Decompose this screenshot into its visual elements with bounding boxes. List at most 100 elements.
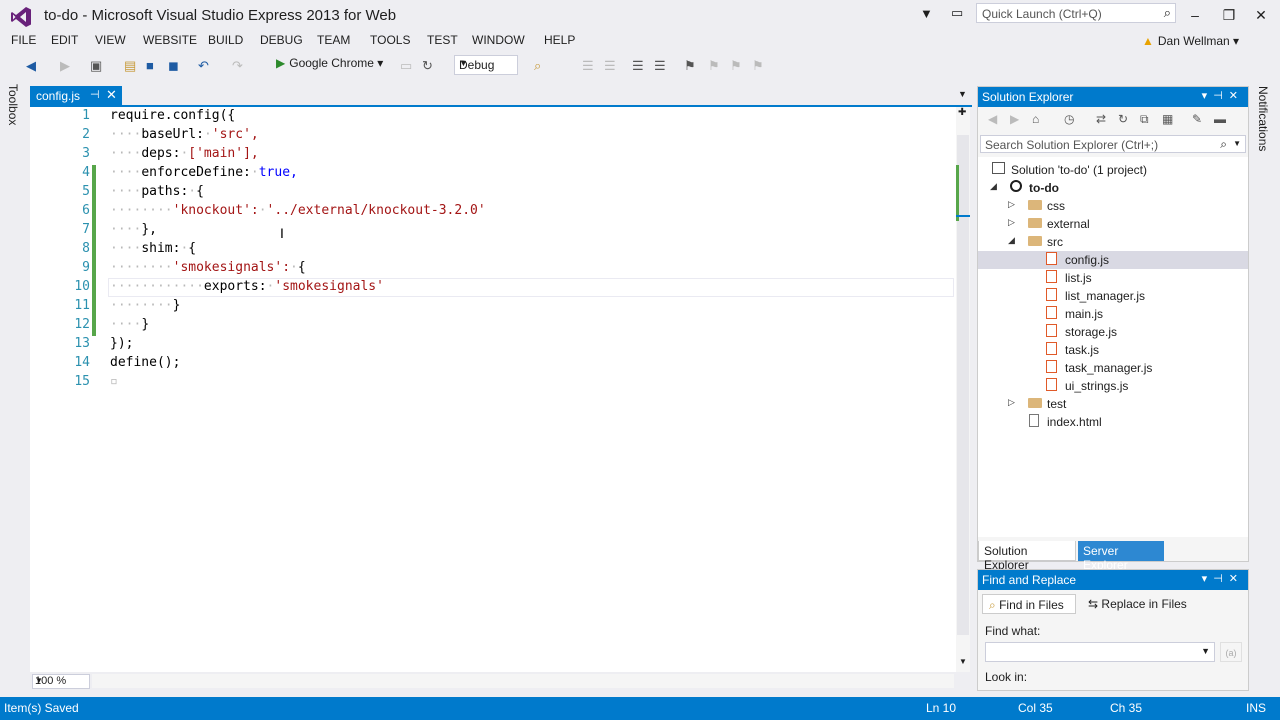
show-all-files-icon[interactable]: ▦: [1162, 112, 1173, 126]
open-file-icon[interactable]: ▤: [124, 58, 136, 74]
browser-link-icon[interactable]: ▭: [400, 58, 412, 74]
tree-item-file[interactable]: task.js: [978, 341, 1248, 359]
tab-overflow-icon[interactable]: ▼: [958, 89, 967, 99]
quick-launch-input[interactable]: Quick Launch (Ctrl+Q) ⌕: [976, 3, 1176, 23]
clear-bookmarks-icon[interactable]: ⚑: [752, 58, 764, 74]
line-number: 10: [74, 279, 90, 294]
tab-replace-in-files[interactable]: ⇆ Replace in Files: [1082, 594, 1202, 614]
web-project-icon: [1010, 180, 1024, 194]
new-project-icon[interactable]: ▣: [90, 58, 102, 74]
regex-toggle-icon[interactable]: (a): [1220, 642, 1242, 662]
start-debugging-button[interactable]: ▶ Google Chrome ▾: [276, 56, 383, 76]
javascript-file-icon: [1046, 378, 1060, 392]
menu-file[interactable]: FILE: [11, 33, 36, 47]
solution-explorer-search-input[interactable]: Search Solution Explorer (Ctrl+;) ⌕ ▼: [980, 135, 1246, 153]
find-in-files-icon[interactable]: ⌕: [534, 58, 541, 74]
menu-team[interactable]: TEAM: [317, 33, 350, 47]
menu-test[interactable]: TEST: [427, 33, 458, 47]
indent-icon[interactable]: ☰: [604, 58, 616, 74]
collapse-all-icon[interactable]: ⧉: [1140, 112, 1149, 127]
minimize-button[interactable]: –: [1180, 4, 1210, 26]
feedback-icon[interactable]: ▭: [951, 5, 963, 21]
bookmark-icon[interactable]: ⚑: [684, 58, 696, 74]
redo-icon[interactable]: ↷: [232, 58, 243, 74]
filter-notifications-icon[interactable]: ▼: [920, 6, 933, 21]
tab-config-js[interactable]: config.js ⊣ ✕: [30, 86, 122, 106]
forward-icon[interactable]: ▶: [1010, 112, 1019, 126]
panel-window-buttons[interactable]: ▾⊣✕: [1202, 89, 1244, 102]
zoom-level-select[interactable]: 100 % ▼: [32, 674, 90, 689]
code-editor[interactable]: 1 2 3 4 5 6 7 8 9 10 11 12 13 14 15 requ…: [30, 107, 956, 672]
comment-icon[interactable]: ☰: [632, 58, 644, 74]
tree-item-folder[interactable]: ▷ external: [978, 215, 1248, 233]
refresh-icon[interactable]: ↻: [1118, 112, 1128, 126]
navigate-back-icon[interactable]: ◀: [26, 58, 36, 74]
menu-edit[interactable]: EDIT: [51, 33, 78, 47]
menu-view[interactable]: VIEW: [95, 33, 126, 47]
collapsed-arrow-icon[interactable]: ▷: [1008, 217, 1015, 228]
prev-bookmark-icon[interactable]: ⚑: [708, 58, 720, 74]
solution-configuration-select[interactable]: Debug ▼: [454, 55, 518, 75]
split-editor-icon[interactable]: ✚: [958, 107, 966, 118]
tree-item-file[interactable]: list_manager.js: [978, 287, 1248, 305]
menu-help[interactable]: HELP: [544, 33, 575, 47]
tree-item-file[interactable]: task_manager.js: [978, 359, 1248, 377]
sync-icon[interactable]: ⇄: [1096, 112, 1106, 126]
undo-icon[interactable]: ↶: [198, 58, 209, 74]
tree-item-folder[interactable]: ◢ src: [978, 233, 1248, 251]
tree-item-file[interactable]: index.html: [978, 413, 1248, 431]
uncomment-icon[interactable]: ☰: [654, 58, 666, 74]
tree-item-file[interactable]: storage.js: [978, 323, 1248, 341]
panel-window-buttons[interactable]: ▾⊣✕: [1202, 572, 1244, 585]
menu-website[interactable]: WEBSITE: [143, 33, 197, 47]
tree-item-folder[interactable]: ▷ test: [978, 395, 1248, 413]
tab-find-in-files[interactable]: ⌕ Find in Files: [982, 594, 1076, 614]
menu-tools[interactable]: TOOLS: [370, 33, 410, 47]
editor-vertical-scrollbar[interactable]: ✚ ▼: [956, 107, 970, 672]
expanded-arrow-icon[interactable]: ◢: [990, 181, 997, 192]
tree-item-file[interactable]: main.js: [978, 305, 1248, 323]
tree-item-file[interactable]: ui_strings.js: [978, 377, 1248, 395]
code-token: 'knockout':: [172, 203, 259, 218]
menu-build[interactable]: BUILD: [208, 33, 243, 47]
tree-item-project[interactable]: ◢ to-do: [978, 179, 1248, 197]
user-account[interactable]: ▲ Dan Wellman ▾: [1142, 34, 1239, 48]
tree-item-solution[interactable]: Solution 'to-do' (1 project): [978, 161, 1248, 179]
close-tab-icon[interactable]: ✕: [106, 87, 117, 103]
find-what-label: Find what:: [985, 624, 1041, 638]
close-window-button[interactable]: ✕: [1246, 4, 1276, 26]
tree-item-file[interactable]: list.js: [978, 269, 1248, 287]
menu-window[interactable]: WINDOW: [472, 33, 525, 47]
pending-changes-filter-icon[interactable]: ◷: [1064, 112, 1074, 126]
code-text: define();: [110, 355, 181, 370]
notifications-side-tab[interactable]: Notifications: [1256, 86, 1270, 151]
expanded-arrow-icon[interactable]: ◢: [1008, 235, 1015, 246]
collapsed-arrow-icon[interactable]: ▷: [1008, 199, 1015, 210]
find-what-input[interactable]: ▼: [985, 642, 1215, 662]
restore-button[interactable]: ❐: [1214, 4, 1244, 26]
properties-icon[interactable]: ✎: [1192, 112, 1202, 126]
navigate-forward-icon[interactable]: ▶: [60, 58, 70, 74]
search-placeholder: Search Solution Explorer (Ctrl+;): [985, 138, 1159, 152]
back-icon[interactable]: ◀: [988, 112, 997, 126]
line-number: 11: [74, 298, 90, 313]
tab-server-explorer[interactable]: Server Explorer: [1078, 541, 1164, 572]
tree-item-file-selected[interactable]: config.js: [978, 251, 1248, 269]
refresh-icon[interactable]: ↻: [422, 58, 433, 74]
tab-solution-explorer[interactable]: Solution Explorer: [978, 541, 1076, 572]
editor-horizontal-scrollbar[interactable]: [92, 674, 954, 688]
outdent-icon[interactable]: ☰: [582, 58, 594, 74]
javascript-file-icon: [1046, 324, 1060, 338]
code-token: }: [141, 317, 150, 332]
tree-item-folder[interactable]: ▷ css: [978, 197, 1248, 215]
home-icon[interactable]: ⌂: [1032, 112, 1039, 126]
toolbox-side-tab[interactable]: Toolbox: [6, 84, 26, 204]
save-icon[interactable]: ■: [146, 58, 154, 73]
collapsed-arrow-icon[interactable]: ▷: [1008, 397, 1015, 408]
pin-icon[interactable]: ⊣: [90, 88, 100, 101]
preview-selected-icon[interactable]: ▬: [1214, 112, 1226, 126]
next-bookmark-icon[interactable]: ⚑: [730, 58, 742, 74]
save-all-icon[interactable]: ◼: [168, 58, 179, 74]
scroll-down-icon[interactable]: ▼: [959, 657, 967, 666]
menu-debug[interactable]: DEBUG: [260, 33, 303, 47]
